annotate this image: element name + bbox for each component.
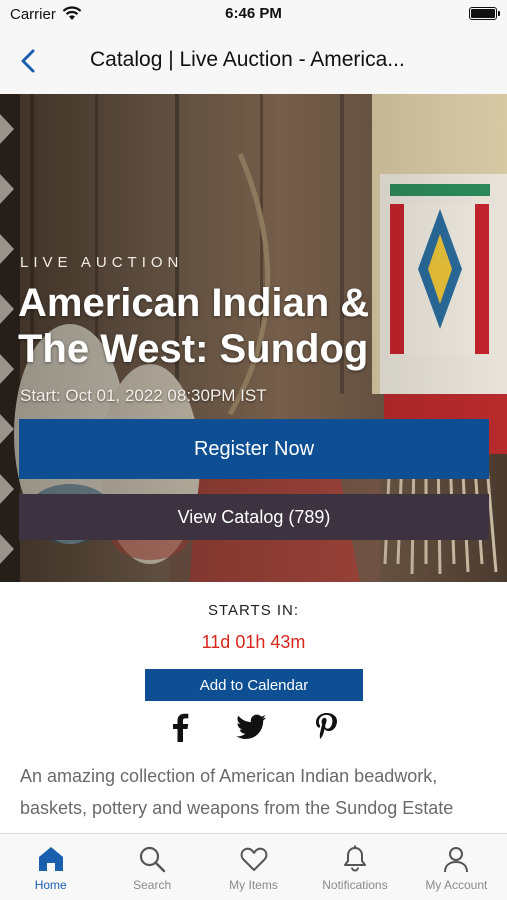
- add-to-calendar-button[interactable]: Add to Calendar: [145, 669, 363, 701]
- home-icon: [38, 847, 63, 871]
- tab-my-account[interactable]: My Account: [406, 834, 507, 900]
- tab-label: Home: [34, 878, 67, 892]
- auction-type-label: LIVE AUCTION: [20, 254, 184, 271]
- view-catalog-button[interactable]: View Catalog (789): [19, 494, 489, 540]
- page-title: Catalog | Live Auction - America...: [90, 48, 405, 71]
- tab-label: My Account: [425, 878, 488, 892]
- starts-in-label: STARTS IN:: [207, 602, 300, 619]
- register-now-button[interactable]: Register Now: [19, 419, 489, 479]
- auction-start-time: Start: Oct 01, 2022 08:30PM IST: [20, 386, 267, 405]
- heart-icon: [240, 847, 267, 871]
- twitter-icon[interactable]: [234, 710, 268, 744]
- countdown-timer: 11d 01h 43m: [201, 632, 306, 652]
- tab-label: Notifications: [322, 878, 388, 892]
- facebook-icon[interactable]: [163, 710, 197, 744]
- search-icon: [140, 846, 166, 873]
- auction-hero: LIVE AUCTION American Indian & The West:…: [0, 94, 507, 582]
- tab-label: Search: [133, 878, 172, 892]
- tab-home[interactable]: Home: [0, 834, 101, 900]
- status-bar: Carrier 6:46 PM: [0, 0, 507, 30]
- battery-icon: [469, 7, 500, 20]
- tab-my-items[interactable]: My Items: [203, 834, 304, 900]
- tab-notifications[interactable]: Notifications: [304, 834, 405, 900]
- nav-bar: Catalog | Live Auction - America...: [0, 30, 507, 94]
- status-time: 6:46 PM: [225, 5, 282, 22]
- auction-description: An amazing collection of American Indian…: [20, 766, 454, 818]
- person-icon: [444, 847, 469, 873]
- bell-icon: [343, 845, 366, 872]
- tab-label: My Items: [229, 878, 278, 892]
- chevron-left-icon[interactable]: [14, 46, 44, 76]
- auction-title: American Indian & The West: Sundog: [18, 281, 370, 371]
- pinterest-icon[interactable]: [309, 710, 343, 744]
- tab-search[interactable]: Search: [101, 834, 202, 900]
- tab-bar: Home Search My Items Notifications My Ac…: [0, 833, 507, 900]
